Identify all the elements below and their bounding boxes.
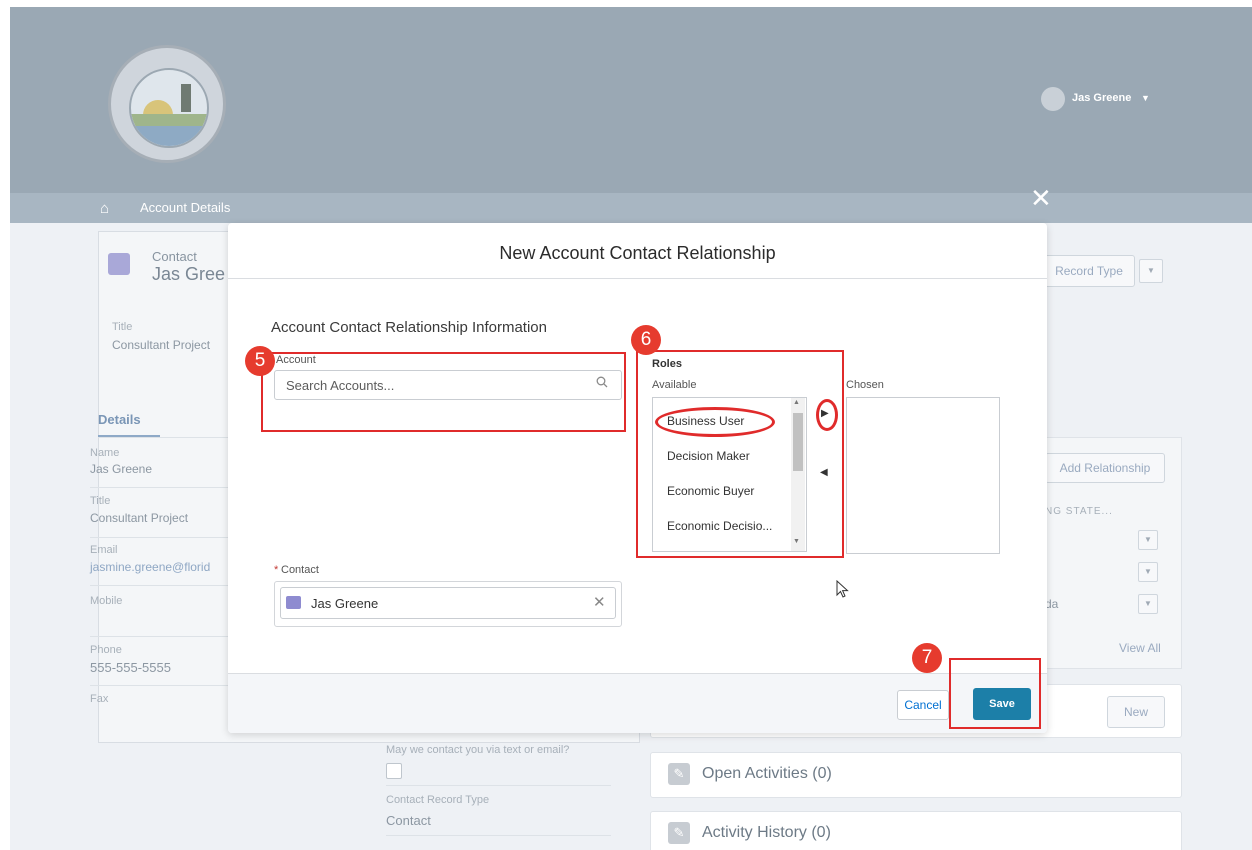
user-menu-chevron-icon[interactable]: ▼ bbox=[1141, 93, 1150, 103]
breadcrumb[interactable]: Account Details bbox=[140, 200, 230, 215]
record-type-label: Contact bbox=[152, 249, 197, 264]
clear-contact-icon[interactable]: ✕ bbox=[593, 593, 606, 611]
annotation-box-account bbox=[261, 352, 626, 432]
chosen-roles-list[interactable] bbox=[846, 397, 1000, 554]
tab-details[interactable]: Details bbox=[98, 412, 141, 427]
cancel-button[interactable]: Cancel bbox=[897, 690, 949, 720]
annotation-oval-business-user bbox=[655, 407, 775, 437]
row-action-chevron-icon[interactable]: ▼ bbox=[1138, 530, 1158, 550]
mobile-label: Mobile bbox=[90, 595, 123, 607]
change-record-type-button[interactable]: Record Type bbox=[1043, 255, 1135, 287]
record-menu-chevron-icon[interactable]: ▼ bbox=[1139, 259, 1163, 283]
row-cell-text: da bbox=[1045, 597, 1059, 611]
step-badge-6: 6 bbox=[631, 325, 661, 355]
title-label: Title bbox=[112, 321, 133, 333]
florida-dep-logo bbox=[108, 45, 226, 163]
view-all-link[interactable]: View All bbox=[1119, 641, 1161, 655]
divider bbox=[90, 537, 238, 538]
row-action-chevron-icon[interactable]: ▼ bbox=[1138, 594, 1158, 614]
fax-label: Fax bbox=[90, 693, 109, 705]
divider bbox=[98, 437, 238, 438]
contact-pref-checkbox[interactable] bbox=[386, 763, 402, 779]
divider bbox=[90, 636, 238, 637]
contact-icon bbox=[286, 596, 301, 609]
record-type-field-value: Contact bbox=[386, 813, 431, 828]
phone-value: 555-555-5555 bbox=[90, 660, 171, 675]
divider bbox=[386, 835, 611, 836]
add-relationship-button[interactable]: Add Relationship bbox=[1045, 453, 1165, 483]
home-icon[interactable]: ⌂ bbox=[100, 200, 109, 217]
contact-field-label: Contact bbox=[281, 564, 319, 576]
chosen-label: Chosen bbox=[846, 379, 884, 391]
wrench-icon: ✎ bbox=[668, 763, 690, 785]
column-header: NG STATE... bbox=[1045, 506, 1113, 517]
divider bbox=[90, 685, 238, 686]
row-action-chevron-icon[interactable]: ▼ bbox=[1138, 562, 1158, 582]
required-marker: * bbox=[274, 564, 279, 576]
divider bbox=[90, 585, 238, 586]
open-activities-title[interactable]: Open Activities (0) bbox=[702, 765, 832, 783]
phone-label: Phone bbox=[90, 644, 122, 656]
title2-value: Consultant Project bbox=[90, 511, 189, 525]
name-value: Jas Greene bbox=[90, 462, 153, 476]
new-button[interactable]: New bbox=[1107, 696, 1165, 728]
step-badge-5: 5 bbox=[245, 346, 275, 376]
user-name[interactable]: Jas Greene bbox=[1072, 92, 1131, 104]
close-modal-icon[interactable]: ✕ bbox=[1030, 185, 1052, 211]
contact-record-icon bbox=[108, 253, 130, 275]
activity-history-title[interactable]: Activity History (0) bbox=[702, 824, 831, 842]
mouse-cursor-icon bbox=[836, 579, 850, 605]
section-title: Account Contact Relationship Information bbox=[271, 319, 547, 336]
divider bbox=[386, 785, 611, 786]
step-badge-7: 7 bbox=[912, 643, 942, 673]
divider bbox=[90, 487, 238, 488]
wrench-icon: ✎ bbox=[668, 822, 690, 844]
contact-pref-label: May we contact you via text or email? bbox=[386, 744, 570, 756]
modal-header-divider bbox=[228, 278, 1047, 279]
title-value: Consultant Project bbox=[112, 338, 211, 352]
annotation-box-roles bbox=[636, 350, 844, 558]
record-type-field-label: Contact Record Type bbox=[386, 794, 490, 806]
record-name: Jas Gree bbox=[152, 264, 226, 284]
contact-pill-name: Jas Greene bbox=[311, 596, 379, 611]
email-value[interactable]: jasmine.greene@florid bbox=[90, 560, 210, 574]
modal-title: New Account Contact Relationship bbox=[499, 243, 776, 263]
email-label: Email bbox=[90, 544, 118, 556]
user-avatar[interactable] bbox=[1041, 87, 1065, 111]
annotation-box-save bbox=[949, 658, 1041, 729]
name-label: Name bbox=[90, 447, 120, 459]
page: Jas Greene ▼ ⌂ Account Details ✕ Contact… bbox=[10, 7, 1252, 850]
annotation-oval-move-right bbox=[816, 399, 838, 431]
title2-label: Title bbox=[90, 495, 111, 507]
